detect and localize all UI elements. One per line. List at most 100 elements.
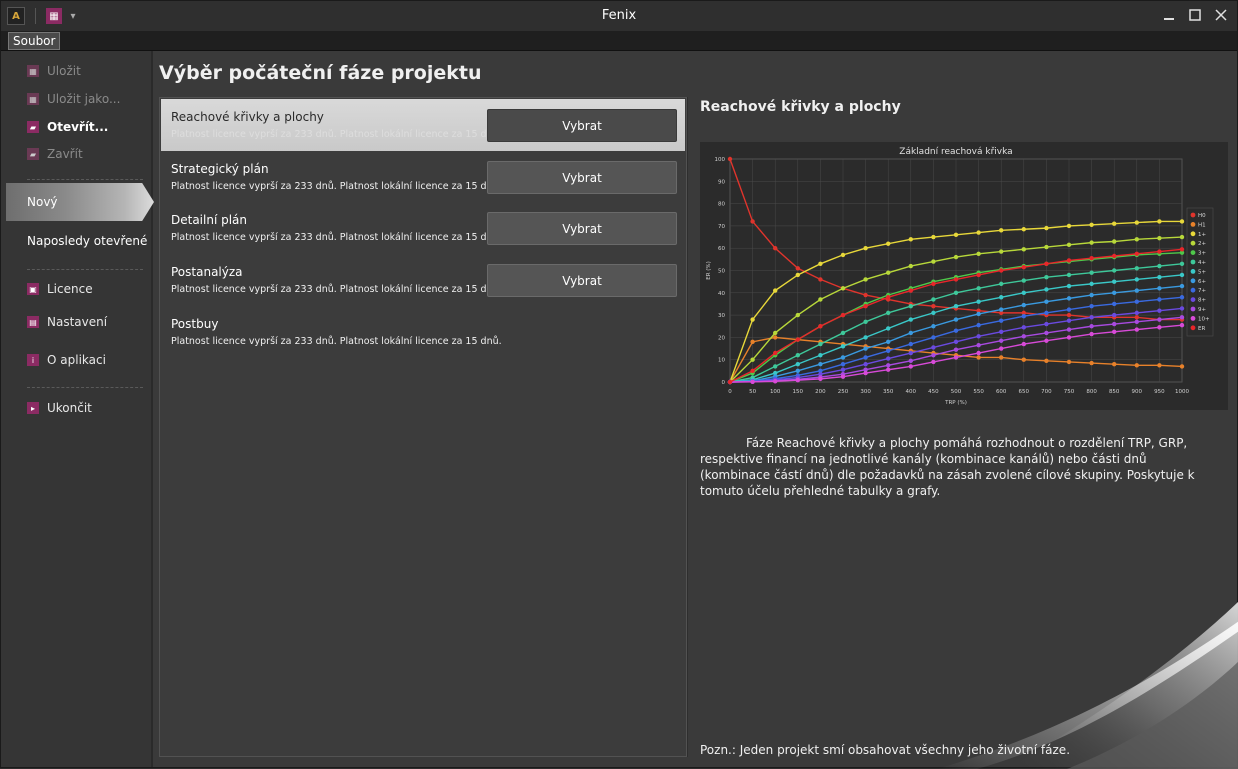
chart-x-tick-label: 450: [928, 389, 939, 395]
chart-legend-swatch: [1190, 278, 1196, 284]
chart-legend-swatch: [1190, 325, 1196, 331]
customize-toolbar-chevron-down-icon[interactable]: ▾: [68, 8, 78, 24]
chart-data-point: [886, 241, 891, 246]
sidebar-separator: [27, 179, 143, 180]
panel-divider: [687, 97, 688, 757]
chart-x-axis-label: TRP (%): [944, 400, 967, 406]
chart-data-point: [1179, 234, 1185, 240]
sidebar-item-about[interactable]: i O aplikaci: [27, 350, 106, 370]
chart-data-point: [840, 252, 846, 258]
maximize-button[interactable]: [1187, 7, 1203, 23]
chart-data-point: [886, 356, 891, 361]
chart-x-tick-label: 250: [838, 389, 849, 395]
app-logo-icon[interactable]: A: [7, 7, 25, 25]
chart-data-point: [886, 363, 891, 368]
chart-data-point: [1112, 329, 1117, 335]
select-phase-button[interactable]: Vybrat: [487, 161, 677, 194]
page-title: Výběr počáteční fáze projektu: [159, 62, 482, 84]
chart-container: Základní reachová křivka 0 50 100 150 200 250…: [700, 142, 1228, 410]
chart-data-point: [1134, 310, 1139, 316]
phase-item-postanalysis[interactable]: Postanalýza Platnost licence vyprší za 2…: [161, 254, 685, 306]
sidebar-item-settings[interactable]: ▤ Nastavení: [27, 312, 107, 332]
chart-data-point: [840, 286, 846, 291]
chart-data-point: [795, 378, 800, 383]
chart-x-tick-label: 900: [1132, 389, 1143, 395]
sidebar-item-new[interactable]: Nový: [6, 183, 154, 221]
chart-data-point: [1021, 264, 1026, 270]
chart-data-point: [1066, 312, 1072, 318]
phase-item-reach-curves[interactable]: Reachové křivky a plochy Platnost licenc…: [161, 99, 685, 151]
chart-data-point: [1112, 253, 1117, 259]
chart-data-point: [1089, 270, 1094, 275]
chart-data-point: [1134, 363, 1139, 368]
sidebar-item-label: Licence: [47, 282, 93, 296]
backstage-sidebar: ▦ Uložit ▦ Uložit jako... ▰ Otevřít... ▰…: [1, 51, 154, 767]
folder-open-icon: ▰: [27, 121, 39, 133]
chart-data-point: [1157, 325, 1162, 330]
phase-name: Postbuy: [171, 317, 219, 331]
chart-data-point: [976, 251, 981, 256]
chart-data-point: [1112, 268, 1117, 273]
sidebar-item-label: O aplikaci: [47, 353, 106, 367]
chart-data-point: [750, 368, 755, 374]
chart-data-point: [1066, 258, 1072, 263]
sidebar-item-open[interactable]: ▰ Otevřít...: [27, 117, 108, 137]
chart-data-point: [1066, 242, 1072, 248]
phase-list: Reachové křivky a plochy Platnost licenc…: [159, 97, 687, 757]
settings-icon: ▤: [27, 316, 39, 328]
sidebar-item-licence[interactable]: ▣ Licence: [27, 279, 93, 299]
licence-icon: ▣: [27, 283, 39, 295]
quick-save-icon[interactable]: ▦: [46, 8, 62, 24]
chart-data-point: [1134, 299, 1139, 304]
chart-y-tick-label: 80: [718, 202, 725, 208]
select-phase-button[interactable]: Vybrat: [487, 109, 677, 142]
menu-soubor[interactable]: Soubor: [8, 32, 61, 50]
minimize-button[interactable]: [1161, 7, 1177, 23]
chart-data-point: [976, 350, 981, 356]
sidebar-item-close[interactable]: ▰ Zavřít: [27, 144, 83, 164]
chart-data-point: [908, 350, 913, 356]
chart-data-point: [1089, 331, 1094, 337]
chart-data-point: [999, 228, 1004, 233]
window-title: Fenix: [601, 8, 637, 23]
sidebar-item-exit[interactable]: ▸ Ukončit: [27, 398, 92, 418]
chart-data-point: [1157, 219, 1162, 224]
chart-data-point: [1044, 321, 1049, 327]
chart-data-point: [1089, 360, 1094, 366]
chart-data-point: [976, 343, 981, 348]
chart-data-point: [818, 361, 823, 367]
chart-data-point: [750, 219, 755, 224]
chart-data-point: [953, 347, 959, 352]
select-phase-button[interactable]: Vybrat: [487, 264, 677, 297]
chart-data-point: [1134, 315, 1139, 320]
sidebar-item-save[interactable]: ▦ Uložit: [27, 61, 81, 81]
phase-name: Reachové křivky a plochy: [171, 110, 324, 124]
chart-data-point: [999, 281, 1004, 287]
chart-data-point: [886, 326, 891, 331]
chart-data-point: [840, 344, 846, 349]
phase-item-strategic-plan[interactable]: Strategický plán Platnost licence vyprší…: [161, 151, 685, 203]
chart-data-point: [1179, 283, 1185, 289]
select-phase-button[interactable]: Vybrat: [487, 212, 677, 245]
chart-legend-swatch: [1190, 250, 1196, 255]
chart-legend-label: 3+: [1198, 251, 1206, 257]
sidebar-item-recent[interactable]: Naposledy otevřené: [27, 234, 147, 248]
chart-data-point: [886, 310, 891, 316]
chart-data-point: [1021, 325, 1026, 330]
chart-data-point: [750, 357, 755, 362]
chart-data-point: [750, 317, 755, 322]
phase-item-detailed-plan[interactable]: Detailní plán Platnost licence vyprší za…: [161, 202, 685, 254]
chart-data-point: [908, 317, 913, 322]
close-button[interactable]: [1213, 7, 1229, 23]
chart-y-tick-label: 20: [718, 335, 725, 341]
toolbar-separator: [35, 8, 36, 24]
chart-data-point: [863, 346, 868, 351]
chart-legend-label: 7+: [1198, 288, 1206, 294]
chart-data-point: [999, 307, 1004, 312]
chart-data-point: [863, 319, 868, 324]
chart-legend-label: 4+: [1198, 260, 1206, 266]
chart-legend-label: ER: [1198, 326, 1205, 332]
sidebar-item-save-as[interactable]: ▦ Uložit jako...: [27, 89, 120, 109]
chart-data-point: [818, 261, 823, 267]
phase-item-postbuy[interactable]: Postbuy Platnost licence vyprší za 233 d…: [161, 306, 685, 358]
